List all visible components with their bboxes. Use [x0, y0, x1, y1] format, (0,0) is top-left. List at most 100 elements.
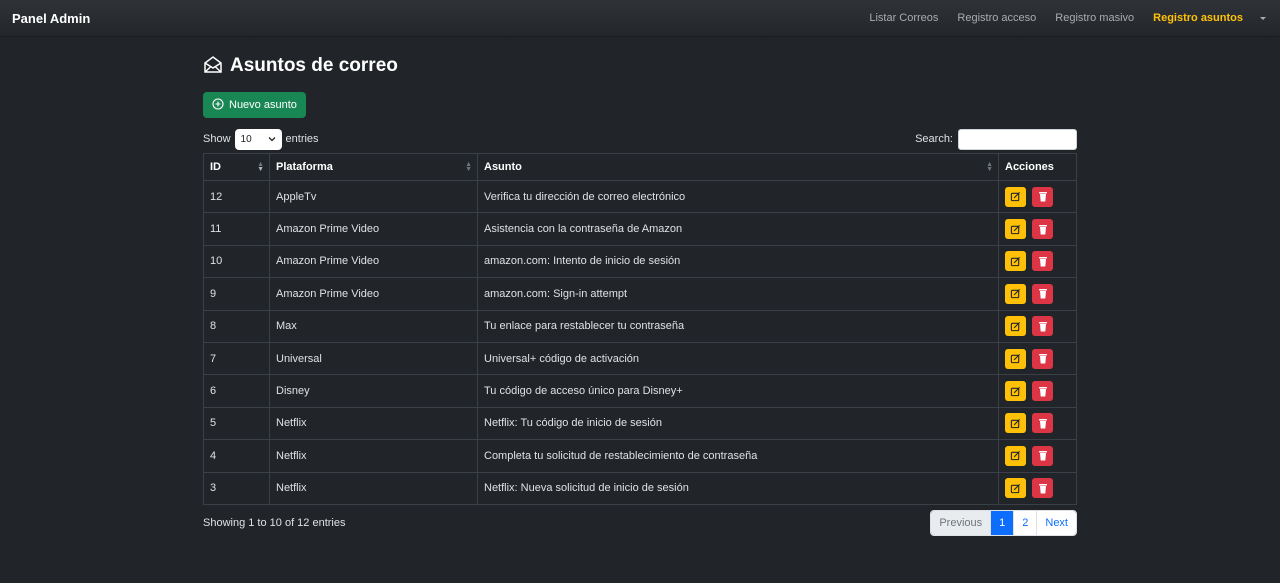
nav-listar-correos[interactable]: Listar Correos: [869, 12, 938, 24]
cell-plataforma: Max: [269, 309, 478, 343]
brand[interactable]: Panel Admin: [12, 11, 90, 26]
cell-acciones: [998, 212, 1077, 246]
edit-button[interactable]: [1005, 445, 1026, 466]
cell-id: 9: [203, 277, 270, 311]
pencil-square-icon: [1010, 418, 1021, 429]
pagination-page-1[interactable]: 1: [990, 511, 1014, 536]
cell-plataforma: Netflix: [269, 406, 478, 441]
cell-asunto: Universal+ código de activación: [477, 341, 999, 376]
trash-icon: [1038, 321, 1048, 332]
column-header-plataforma[interactable]: Plataforma ▲ ▼: [269, 153, 478, 181]
entries-select[interactable]: 10: [234, 128, 282, 150]
cell-id: 7: [203, 341, 270, 376]
pencil-square-icon: [1010, 483, 1021, 494]
main-content: Asuntos de correo Nuevo asunto Show 10 e…: [203, 37, 1077, 537]
length-entries-label: entries: [285, 133, 319, 145]
table-row: 10 Amazon Prime Video amazon.com: Intento …: [203, 244, 1077, 279]
table-row: 7 Universal Universal+ código de activació…: [203, 341, 1077, 376]
nav-registro-masivo[interactable]: Registro masivo: [1055, 12, 1134, 24]
page-title: Asuntos de correo: [230, 55, 398, 76]
row-actions: [1005, 316, 1070, 337]
row-actions: [1005, 445, 1070, 466]
cell-acciones: [998, 374, 1077, 408]
delete-button[interactable]: [1032, 445, 1053, 466]
edit-button[interactable]: [1005, 381, 1026, 402]
pagination-next[interactable]: Next: [1036, 511, 1076, 536]
column-header-id[interactable]: ID ▲ ▼: [203, 153, 270, 181]
delete-button[interactable]: [1032, 219, 1053, 240]
pagination: Previous 1 2 Next: [930, 510, 1077, 537]
table-body: 12 AppleTv Verifica tu dirección de correo…: [203, 179, 1077, 505]
cell-acciones: [998, 309, 1077, 343]
row-actions: [1005, 251, 1070, 272]
table-footer: Showing 1 to 10 of 12 entries Previous 1…: [203, 510, 1077, 537]
table-controls: Show 10 entries Search:: [203, 128, 1077, 150]
nav-registro-asuntos[interactable]: Registro asuntos: [1153, 12, 1243, 24]
cell-id: 12: [203, 179, 270, 214]
table-header-row: ID ▲ ▼ Plataforma ▲ ▼ Asunto ▲ ▼ Acciones: [203, 153, 1077, 181]
pencil-square-icon: [1010, 288, 1021, 299]
cell-plataforma: Netflix: [269, 439, 478, 473]
row-actions: [1005, 283, 1070, 304]
new-subject-button[interactable]: Nuevo asunto: [203, 92, 306, 118]
table-row: 12 AppleTv Verifica tu dirección de correo…: [203, 179, 1077, 214]
trash-icon: [1038, 224, 1048, 235]
delete-button[interactable]: [1032, 283, 1053, 304]
delete-button[interactable]: [1032, 478, 1053, 499]
cell-asunto: amazon.com: Intento de inicio de sesión: [477, 244, 999, 279]
cell-asunto: Netflix: Tu código de inicio de sesión: [477, 406, 999, 441]
cell-id: 4: [203, 439, 270, 473]
column-header-label: Plataforma: [276, 161, 333, 173]
pencil-square-icon: [1010, 386, 1021, 397]
cell-id: 11: [203, 212, 270, 246]
envelope-open-icon: [203, 55, 223, 78]
trash-icon: [1038, 191, 1048, 202]
cell-id: 6: [203, 374, 270, 408]
delete-button[interactable]: [1032, 186, 1053, 207]
column-header-label: Asunto: [484, 161, 522, 173]
table-row: 8 Max Tu enlace para restablecer tu contra…: [203, 309, 1077, 343]
cell-id: 10: [203, 244, 270, 279]
edit-button[interactable]: [1005, 413, 1026, 434]
nav-registro-acceso[interactable]: Registro acceso: [957, 12, 1036, 24]
trash-icon: [1038, 288, 1048, 299]
edit-button[interactable]: [1005, 283, 1026, 304]
trash-icon: [1038, 483, 1048, 494]
dropdown-caret-icon[interactable]: [1260, 16, 1266, 20]
cell-id: 3: [203, 471, 270, 505]
edit-button[interactable]: [1005, 348, 1026, 369]
cell-plataforma: Amazon Prime Video: [269, 212, 478, 246]
cell-plataforma: Universal: [269, 341, 478, 376]
cell-asunto: Completa tu solicitud de restablecimient…: [477, 439, 999, 473]
pencil-square-icon: [1010, 353, 1021, 364]
search-label: Search:: [915, 133, 953, 145]
table-row: 4 Netflix Completa tu solicitud de restabl…: [203, 439, 1077, 473]
delete-button[interactable]: [1032, 316, 1053, 337]
sort-icon: ▲ ▼: [986, 161, 993, 173]
column-header-asunto[interactable]: Asunto ▲ ▼: [477, 153, 999, 181]
row-actions: [1005, 219, 1070, 240]
delete-button[interactable]: [1032, 381, 1053, 402]
delete-button[interactable]: [1032, 413, 1053, 434]
edit-button[interactable]: [1005, 219, 1026, 240]
cell-plataforma: AppleTv: [269, 179, 478, 214]
cell-plataforma: Disney: [269, 374, 478, 408]
edit-button[interactable]: [1005, 186, 1026, 207]
cell-acciones: [998, 406, 1077, 441]
chevron-down-icon: [268, 134, 276, 145]
cell-id: 5: [203, 406, 270, 441]
pagination-previous[interactable]: Previous: [931, 511, 991, 536]
delete-button[interactable]: [1032, 348, 1053, 369]
edit-button[interactable]: [1005, 251, 1026, 272]
pencil-square-icon: [1010, 224, 1021, 235]
table-row: 11 Amazon Prime Video Asistencia con la co…: [203, 212, 1077, 246]
search-input[interactable]: [958, 128, 1077, 150]
cell-asunto: Tu código de acceso único para Disney+: [477, 374, 999, 408]
edit-button[interactable]: [1005, 478, 1026, 499]
pagination-page-2[interactable]: 2: [1013, 511, 1037, 536]
delete-button[interactable]: [1032, 251, 1053, 272]
cell-acciones: [998, 244, 1077, 279]
edit-button[interactable]: [1005, 316, 1026, 337]
row-actions: [1005, 348, 1070, 369]
cell-acciones: [998, 439, 1077, 473]
